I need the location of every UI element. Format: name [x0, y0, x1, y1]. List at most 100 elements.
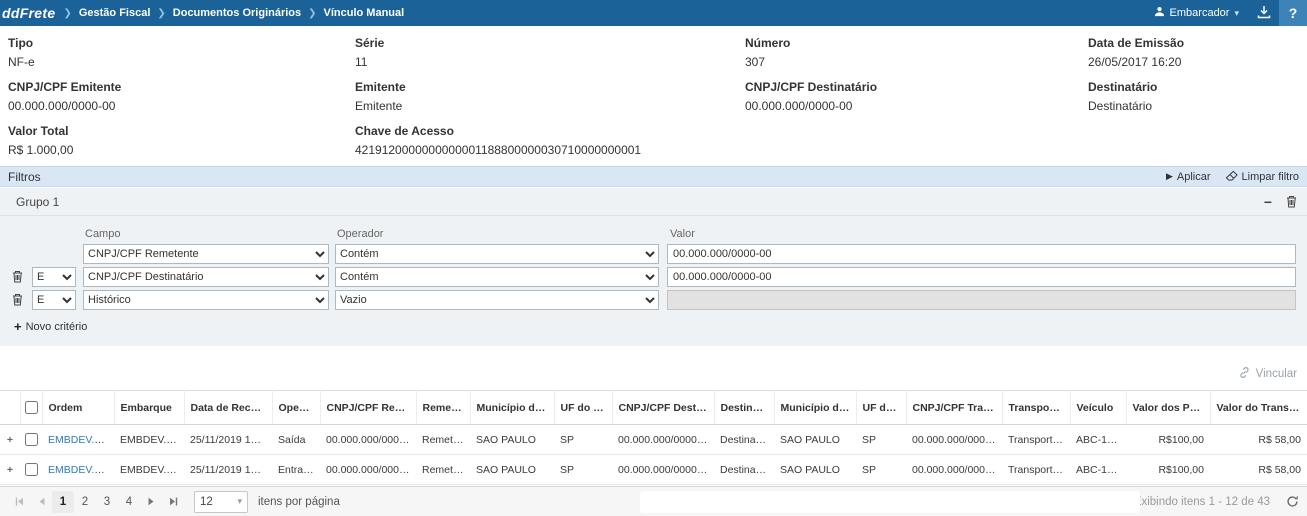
- page-size-select[interactable]: 12 ▾: [194, 491, 248, 513]
- field-value: 11: [355, 55, 745, 69]
- operador-select[interactable]: Contém: [335, 244, 659, 264]
- chevron-down-icon: ▾: [1234, 8, 1239, 19]
- refresh-button[interactable]: [1286, 495, 1299, 508]
- cell-municipio-remetente: SAO PAULO: [470, 425, 554, 455]
- page-number-1[interactable]: 1: [52, 491, 74, 513]
- field-value: 26/05/2017 16:20: [1088, 55, 1299, 69]
- page-number-2[interactable]: 2: [74, 491, 96, 513]
- user-menu[interactable]: Embarcador ▾: [1144, 0, 1249, 26]
- filter-row: CNPJ/CPF Remetente Contém: [0, 244, 1307, 264]
- cell-embarque: EMBDEV.94877: [114, 455, 184, 485]
- col-municipio-destinatario[interactable]: Município do De...: [774, 391, 856, 425]
- col-transportador[interactable]: Transportador: [1002, 391, 1070, 425]
- table-row[interactable]: + EMBDEV.R02_13 EMBDEV.94877 25/11/2019 …: [0, 455, 1307, 485]
- campo-select[interactable]: Histórico: [83, 290, 329, 310]
- col-data-recepcao[interactable]: Data de Recepção: [184, 391, 272, 425]
- chevron-right-icon: ❯: [308, 8, 316, 19]
- table-row[interactable]: + EMBDEV.R01_13 EMBDEV.94877 25/11/2019 …: [0, 425, 1307, 455]
- field-label: Chave de Acesso: [355, 124, 1299, 138]
- apply-filter-button[interactable]: ▶ Aplicar: [1166, 171, 1211, 183]
- col-uf-remetente[interactable]: UF do Rem...: [554, 391, 612, 425]
- chevron-right-icon: ❯: [63, 8, 71, 19]
- field-label: Número: [745, 36, 1088, 50]
- breadcrumb-documentos-originarios[interactable]: Documentos Originários: [173, 7, 301, 19]
- conjunction-select[interactable]: E: [32, 267, 76, 287]
- campo-select[interactable]: CNPJ/CPF Destinatário: [83, 267, 329, 287]
- col-operacao[interactable]: Operação: [272, 391, 320, 425]
- delete-criteria-button[interactable]: [12, 270, 23, 286]
- col-destinatario[interactable]: Destinatário: [714, 391, 774, 425]
- clear-filter-button[interactable]: Limpar filtro: [1225, 170, 1299, 184]
- page-number-3[interactable]: 3: [96, 491, 118, 513]
- column-label-operador: Operador: [337, 228, 383, 240]
- col-uf-destinatario[interactable]: UF do De...: [856, 391, 906, 425]
- collapse-group-icon[interactable]: −: [1264, 195, 1272, 209]
- operador-select[interactable]: Vazio: [335, 290, 659, 310]
- valor-input[interactable]: [667, 267, 1296, 287]
- breadcrumb-vinculo-manual[interactable]: Vínculo Manual: [324, 7, 405, 19]
- next-page-icon: [147, 497, 156, 506]
- col-embarque[interactable]: Embarque: [114, 391, 184, 425]
- expand-row-button[interactable]: +: [0, 425, 20, 455]
- page-number-4[interactable]: 4: [118, 491, 140, 513]
- col-veiculo[interactable]: Veículo: [1070, 391, 1126, 425]
- valor-input[interactable]: [667, 244, 1296, 264]
- row-checkbox[interactable]: [25, 433, 38, 446]
- cell-cnpj-remetente: 00.000.000/0001-00: [320, 455, 416, 485]
- next-page-button[interactable]: [140, 491, 162, 513]
- delete-group-button[interactable]: [1286, 195, 1297, 208]
- field-label: CNPJ/CPF Emitente: [8, 80, 355, 94]
- refresh-icon: [1286, 495, 1299, 508]
- pager-blank-area: [640, 491, 1140, 513]
- app-logo[interactable]: ddFrete: [0, 5, 63, 21]
- valor-input-disabled: [667, 290, 1296, 310]
- filter-group-header: Grupo 1 −: [0, 188, 1307, 216]
- new-criteria-button[interactable]: + Novo critério: [14, 319, 87, 334]
- vincular-button[interactable]: Vincular: [1238, 366, 1297, 382]
- cell-valor-produtos: R$100,00: [1126, 455, 1210, 485]
- first-page-button[interactable]: [8, 491, 30, 513]
- link-icon: [1238, 366, 1251, 382]
- help-button[interactable]: ?: [1279, 0, 1307, 26]
- cell-remetente: Remetente: [416, 425, 470, 455]
- campo-select[interactable]: CNPJ/CPF Remetente: [83, 244, 329, 264]
- field-cnpj-destinatario: CNPJ/CPF Destinatário 00.000.000/0000-00: [745, 80, 1088, 113]
- pager-info: Exibindo itens 1 - 12 de 43: [1134, 496, 1270, 508]
- select-all-checkbox[interactable]: [25, 401, 38, 414]
- trash-icon: [12, 270, 23, 283]
- col-ordem[interactable]: Ordem: [42, 391, 114, 425]
- new-criteria-label: Novo critério: [26, 321, 88, 333]
- col-remetente[interactable]: Remetente: [416, 391, 470, 425]
- cell-municipio-remetente: SAO PAULO: [470, 455, 554, 485]
- first-page-icon: [15, 497, 24, 506]
- ordem-link[interactable]: EMBDEV.R02_13: [48, 464, 114, 476]
- operador-select[interactable]: Contém: [335, 267, 659, 287]
- col-cnpj-remetente[interactable]: CNPJ/CPF Remetente: [320, 391, 416, 425]
- breadcrumb-gestao-fiscal[interactable]: Gestão Fiscal: [79, 7, 151, 19]
- row-checkbox[interactable]: [25, 463, 38, 476]
- field-emitente: Emitente Emitente: [355, 80, 745, 113]
- filters-actions: ▶ Aplicar Limpar filtro: [1166, 170, 1299, 184]
- play-icon: ▶: [1166, 171, 1173, 182]
- cell-valor-transporte: R$ 58,00: [1210, 425, 1307, 455]
- field-valor-total: Valor Total R$ 1.000,00: [8, 124, 355, 157]
- field-serie: Série 11: [355, 36, 745, 69]
- col-cnpj-transportador[interactable]: CNPJ/CPF Transpor...: [906, 391, 1002, 425]
- download-button[interactable]: [1249, 0, 1279, 26]
- expand-row-button[interactable]: +: [0, 455, 20, 485]
- prev-page-button[interactable]: [30, 491, 52, 513]
- field-value: R$ 1.000,00: [8, 143, 355, 157]
- delete-criteria-button[interactable]: [12, 293, 23, 309]
- conjunction-select[interactable]: E: [32, 290, 76, 310]
- col-valor-produtos[interactable]: Valor dos Produtos: [1126, 391, 1210, 425]
- cell-data-recepcao: 25/11/2019 15:37: [184, 425, 272, 455]
- col-cnpj-destinatario[interactable]: CNPJ/CPF Destinatário: [612, 391, 714, 425]
- pager: 1 2 3 4 12 ▾ itens por página Exibindo i…: [0, 486, 1307, 516]
- last-page-button[interactable]: [162, 491, 184, 513]
- breadcrumb: ❯ Gestão Fiscal ❯ Documentos Originários…: [63, 7, 404, 19]
- cell-uf-destinatario: SP: [856, 425, 906, 455]
- col-municipio-remetente[interactable]: Município do Re...: [470, 391, 554, 425]
- ordem-link[interactable]: EMBDEV.R01_13: [48, 434, 114, 446]
- cell-data-recepcao: 25/11/2019 15:37: [184, 455, 272, 485]
- col-valor-transporte[interactable]: Valor do Transporte: [1210, 391, 1307, 425]
